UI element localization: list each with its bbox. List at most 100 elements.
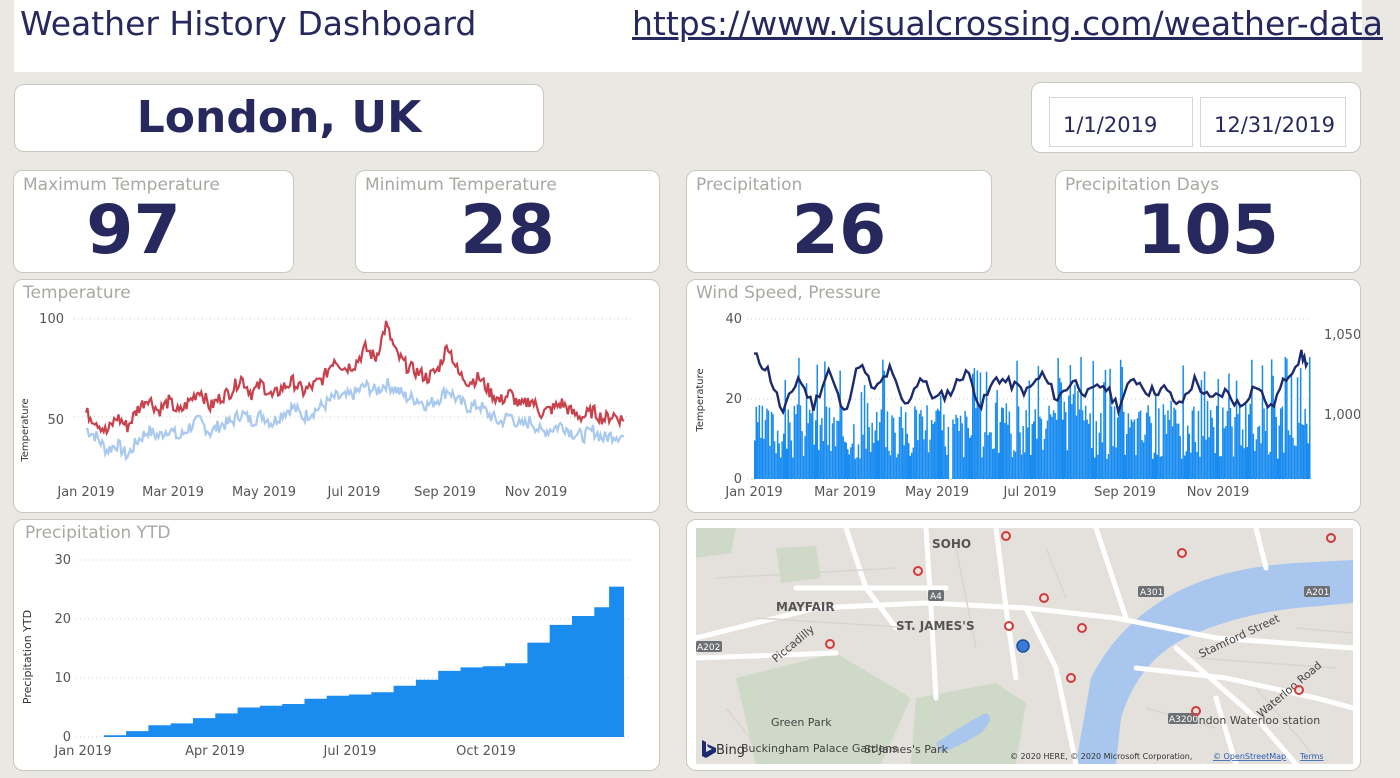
bar [769,445,771,479]
start-date-input[interactable]: 1/1/2019 [1049,97,1193,147]
bar [938,410,941,479]
end-date-input[interactable]: 12/31/2019 [1200,97,1346,147]
bar [1232,456,1235,479]
bar [1130,419,1133,479]
bar [1246,447,1249,479]
source-link[interactable]: https://www.visualcrossing.com/weather-d… [632,4,1383,43]
bar [1150,423,1152,479]
y-axis-label: Precipitation YTD [21,610,34,704]
temperature-chart[interactable]: Temperature 100 50 Jan 2019 Mar 2019 May… [14,280,659,512]
bar [1081,410,1084,479]
y-tick-label: 50 [47,413,64,428]
bar [857,444,860,479]
bar [847,449,849,479]
x-tick-label: Sep 2019 [1094,485,1156,500]
bar [845,442,848,479]
x-tick-label: Nov 2019 [505,485,568,500]
bar [761,405,764,479]
bar [1248,414,1250,479]
bar [866,403,869,479]
bar [793,406,796,479]
osm-link[interactable]: © OpenStreetMap [1213,752,1286,761]
bar [1116,417,1119,479]
bar [1092,361,1095,479]
map-label-waterloo-station: London Waterloo station [1186,714,1320,727]
bar [879,422,881,479]
bar [871,422,873,479]
precip-ytd-chart[interactable]: Precipitation YTD 30 20 10 0 Jan 2019 Ap… [14,520,659,770]
bar [1263,408,1265,479]
bar [802,456,805,479]
bar [1086,419,1088,479]
bar [781,441,783,479]
kpi-value: 28 [460,191,555,270]
bar [1180,458,1183,479]
bar [848,454,851,479]
bar [1258,425,1261,479]
bar [1237,413,1239,479]
bar [808,409,811,479]
road-badge-a3200: A3200 [1169,715,1198,725]
bar [831,423,834,479]
x-tick-label: Apr 2019 [185,744,245,759]
y-tick-label: 40 [725,312,742,327]
bar [1002,408,1005,479]
bar [1057,357,1059,479]
bar [1174,409,1177,479]
bar [1037,365,1040,479]
bar [1254,451,1256,479]
bar [994,402,997,479]
bar [876,412,878,479]
bar [1278,425,1281,479]
bar [956,418,959,479]
bar [1091,448,1093,479]
bar [1031,424,1034,479]
bar [1267,454,1270,479]
bar [766,408,768,479]
map-label-soho: SOHO [932,537,971,551]
terms-link[interactable]: Terms [1299,752,1324,761]
bar [1048,405,1050,479]
bar [865,448,867,479]
x-tick-label: Jul 2019 [323,744,377,759]
bar [1245,403,1247,479]
bar [837,420,840,479]
bar [1196,452,1198,479]
bar [1277,458,1279,479]
bar [1173,407,1175,479]
bar [1170,400,1172,479]
bar [999,422,1002,479]
bar [767,410,770,479]
bar [1171,426,1174,479]
bar [1033,421,1035,479]
bar [921,416,924,479]
bar [1020,454,1023,479]
bar [1147,405,1149,479]
bar [1273,405,1276,479]
y-tick-label: 0 [63,730,71,745]
bar [810,413,812,479]
x-tick-label: Nov 2019 [1187,485,1250,500]
bar [1078,409,1081,479]
bar [891,415,893,479]
bar [985,371,988,479]
location-pin-icon[interactable] [1016,639,1030,653]
wind-pressure-chart[interactable]: Temperature 40 20 0 1,050 1,000 Jan 2019… [687,280,1360,512]
bar [1284,357,1287,479]
bar [1141,440,1143,479]
map-view[interactable]: SOHO MAYFAIR ST. JAMES'S Green Park St J… [696,528,1353,764]
bar [1115,447,1117,479]
bar [1206,400,1209,479]
bar [1098,432,1101,479]
bar [883,370,886,479]
bar [1269,452,1271,479]
bar [1112,446,1114,479]
road-badge-a201: A201 [1306,588,1329,598]
bar [1270,359,1273,479]
bar [1209,410,1212,479]
bar [903,445,905,479]
bar [1203,371,1206,479]
bar [990,432,992,479]
bar [917,440,919,479]
bar [1062,419,1064,479]
